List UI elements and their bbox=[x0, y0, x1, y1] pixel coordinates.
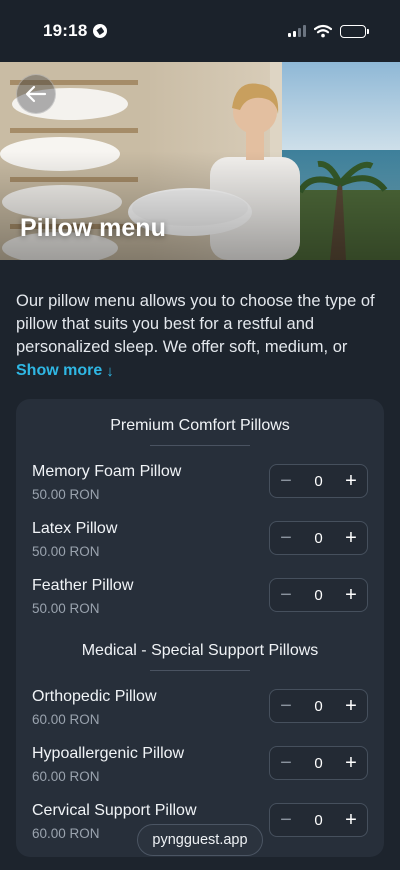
quantity-stepper: − 0 + bbox=[269, 689, 368, 723]
status-left: 19:18 bbox=[43, 21, 108, 41]
pillow-item: Orthopedic Pillow 60.00 RON − 0 + bbox=[32, 688, 368, 732]
cellular-signal-icon bbox=[288, 25, 306, 37]
section-divider bbox=[150, 445, 250, 446]
item-price: 50.00 RON bbox=[32, 601, 100, 616]
item-price: 60.00 RON bbox=[32, 826, 100, 841]
globe-icon bbox=[93, 24, 108, 38]
item-name: Latex Pillow bbox=[32, 520, 118, 537]
quantity-stepper: − 0 + bbox=[269, 578, 368, 612]
quantity-value: 0 bbox=[314, 472, 323, 490]
item-price: 50.00 RON bbox=[32, 487, 100, 502]
decrement-button[interactable]: − bbox=[270, 578, 302, 612]
item-name: Orthopedic Pillow bbox=[32, 688, 157, 705]
pillow-item: Feather Pillow 50.00 RON − 0 + bbox=[32, 577, 368, 621]
quantity-stepper: − 0 + bbox=[269, 464, 368, 498]
section-divider bbox=[150, 670, 250, 671]
quantity-value: 0 bbox=[314, 697, 323, 715]
url-domain-pill[interactable]: pyngguest.app bbox=[137, 824, 263, 856]
clock: 19:18 bbox=[43, 21, 88, 40]
item-price: 50.00 RON bbox=[32, 544, 100, 559]
section-title-medical: Medical - Special Support Pillows bbox=[81, 642, 319, 659]
status-bar: 19:18 bbox=[0, 0, 400, 62]
increment-button[interactable]: + bbox=[335, 689, 367, 723]
increment-button[interactable]: + bbox=[335, 521, 367, 555]
quantity-stepper: − 0 + bbox=[269, 746, 368, 780]
show-more-label: Show more bbox=[16, 362, 103, 379]
decrement-button[interactable]: − bbox=[270, 689, 302, 723]
show-more-link[interactable]: Show more ↓ bbox=[16, 362, 114, 380]
item-price: 60.00 RON bbox=[32, 769, 100, 784]
item-name: Cervical Support Pillow bbox=[32, 802, 197, 819]
quantity-stepper: − 0 + bbox=[269, 521, 368, 555]
arrow-down-icon: ↓ bbox=[106, 362, 114, 380]
increment-button[interactable]: + bbox=[335, 464, 367, 498]
increment-button[interactable]: + bbox=[335, 746, 367, 780]
item-name: Memory Foam Pillow bbox=[32, 463, 182, 480]
item-name: Hypoallergenic Pillow bbox=[32, 745, 185, 762]
quantity-value: 0 bbox=[314, 586, 323, 604]
section-title-premium: Premium Comfort Pillows bbox=[110, 417, 290, 434]
status-right bbox=[288, 24, 369, 38]
pillow-item: Latex Pillow 50.00 RON − 0 + bbox=[32, 520, 368, 564]
pillow-menu-card: Premium Comfort Pillows Memory Foam Pill… bbox=[16, 399, 384, 857]
item-name: Feather Pillow bbox=[32, 577, 134, 594]
increment-button[interactable]: + bbox=[335, 578, 367, 612]
quantity-stepper: − 0 + bbox=[269, 803, 368, 837]
quantity-value: 0 bbox=[314, 754, 323, 772]
quantity-value: 0 bbox=[314, 529, 323, 547]
increment-button[interactable]: + bbox=[335, 803, 367, 837]
wifi-icon bbox=[314, 24, 332, 38]
item-price: 60.00 RON bbox=[32, 712, 100, 727]
pillow-item: Memory Foam Pillow 50.00 RON − 0 + bbox=[32, 463, 368, 507]
battery-icon bbox=[340, 24, 369, 38]
arrow-left-icon bbox=[25, 85, 47, 103]
decrement-button[interactable]: − bbox=[270, 521, 302, 555]
decrement-button[interactable]: − bbox=[270, 803, 302, 837]
pillow-item: Hypoallergenic Pillow 60.00 RON − 0 + bbox=[32, 745, 368, 789]
decrement-button[interactable]: − bbox=[270, 746, 302, 780]
page-title: Pillow menu bbox=[20, 214, 166, 242]
quantity-value: 0 bbox=[314, 811, 323, 829]
description-text: Our pillow menu allows you to choose the… bbox=[16, 292, 375, 356]
decrement-button[interactable]: − bbox=[270, 464, 302, 498]
hero-banner: Pillow menu bbox=[0, 62, 400, 260]
back-button[interactable] bbox=[16, 74, 56, 114]
